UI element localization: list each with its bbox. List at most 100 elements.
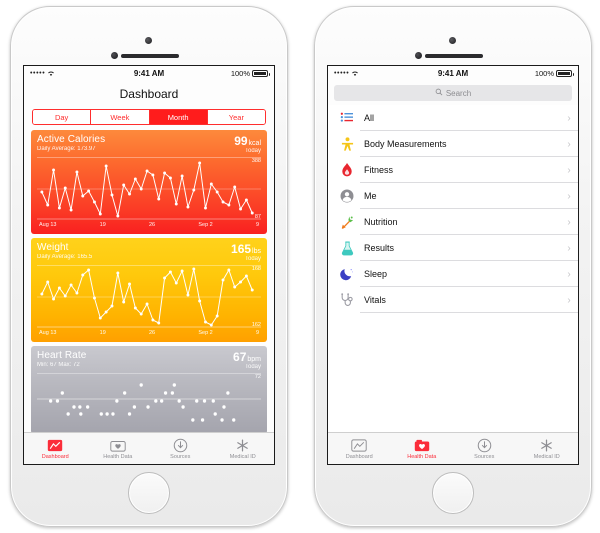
card-unit: bpm [247, 356, 261, 363]
card-heart-rate[interactable]: Heart Rate Min: 67 Max: 72 67bpm Today 7… [31, 346, 267, 434]
list-item-fitness[interactable]: Fitness › [328, 157, 578, 183]
screen-left: ••••• 9:41 AM 100% Dashboard Day Week Mo… [23, 65, 275, 465]
list-item-all[interactable]: All › [328, 105, 578, 131]
navigation-bar: Dashboard [24, 81, 274, 107]
dashboard-chart-icon [47, 437, 63, 453]
list-item-label: All [364, 113, 375, 123]
card-header: Heart Rate Min: 67 Max: 72 67bpm Today [31, 346, 267, 370]
battery-percent: 100% [534, 69, 555, 78]
chevron-right-icon: › [567, 164, 571, 176]
period-segmented-control[interactable]: Day Week Month Year [32, 109, 266, 125]
x-tick: 26 [149, 330, 156, 336]
tab-dashboard[interactable]: Dashboard [24, 433, 87, 464]
dashboard-cards: Active Calories Daily Average: 173.97 99… [24, 130, 274, 434]
moon-icon [334, 267, 360, 281]
list-item-vitals[interactable]: Vitals › [328, 287, 578, 313]
list-item-label: Body Measurements [364, 139, 447, 149]
screen-right: ••••• 9:41 AM 100% Search All › Body Mea… [327, 65, 579, 465]
earpiece-speaker [121, 54, 179, 58]
x-tick: Sep 2 [198, 222, 213, 228]
heartrate-scatter-chart: 72 [37, 374, 261, 426]
x-tick: Aug 13 [39, 330, 57, 336]
card-active-calories[interactable]: Active Calories Daily Average: 173.97 99… [31, 130, 267, 234]
tab-medical-id[interactable]: Medical ID [212, 433, 275, 464]
health-data-heart-icon [110, 437, 126, 453]
chevron-right-icon: › [567, 138, 571, 150]
list-item-results[interactable]: Results › [328, 235, 578, 261]
battery-full-icon [556, 70, 575, 77]
search-input[interactable]: Search [334, 85, 572, 101]
x-tick: Sep 2 [198, 330, 213, 336]
list-item-label: Sleep [364, 269, 388, 279]
card-timeframe: Today [244, 148, 261, 154]
battery-full-icon [252, 70, 271, 77]
card-header: Weight Daily Average: 165.5 165lbs Today [31, 238, 267, 262]
list-item-label: Nutrition [364, 217, 398, 227]
tab-health-data[interactable]: Health Data [87, 433, 150, 464]
list-item-sleep[interactable]: Sleep › [328, 261, 578, 287]
axis-min-label: 162 [251, 322, 261, 328]
card-title: Heart Rate [37, 350, 87, 361]
tab-bar: Dashboard Health Data Sources Medical ID [328, 432, 578, 464]
health-categories-list: All › Body Measurements › Fitness › Me ›… [328, 105, 578, 313]
card-weight[interactable]: Weight Daily Average: 165.5 165lbs Today… [31, 238, 267, 342]
tab-medical-id[interactable]: Medical ID [516, 433, 579, 464]
status-bar-time: 9:41 AM [133, 69, 165, 78]
wifi-icon [47, 70, 55, 77]
status-bar-left: ••••• [334, 70, 438, 77]
tab-label: Medical ID [533, 454, 560, 460]
status-bar: ••••• 9:41 AM 100% [24, 66, 274, 81]
axis-max-label: 168 [251, 266, 261, 272]
chevron-right-icon: › [567, 268, 571, 280]
axis-max-label: 72 [254, 374, 261, 380]
card-title: Active Calories [37, 134, 106, 145]
segment-week[interactable]: Week [91, 110, 150, 124]
proximity-sensor-icon [111, 52, 118, 59]
tab-label: Dashboard [345, 454, 373, 460]
list-item-me[interactable]: Me › [328, 183, 578, 209]
list-item-label: Fitness [364, 165, 394, 175]
calories-line-chart: 388 87 [37, 158, 261, 220]
tab-sources[interactable]: Sources [149, 433, 212, 464]
tab-bar: Dashboard Health Data Sources Medical ID [24, 432, 274, 464]
dashboard-chart-icon [351, 437, 367, 453]
x-tick: 19 [99, 330, 106, 336]
segment-day[interactable]: Day [33, 110, 92, 124]
weight-line-chart: 168 162 [37, 266, 261, 328]
iphone-left: ••••• 9:41 AM 100% Dashboard Day Week Mo… [10, 6, 288, 527]
weight-x-axis: Aug 13 19 26 Sep 2 9 [31, 328, 267, 336]
card-unit: kcal [248, 140, 261, 147]
chevron-right-icon: › [567, 294, 571, 306]
tab-dashboard[interactable]: Dashboard [328, 433, 391, 464]
tab-sources[interactable]: Sources [453, 433, 516, 464]
card-subtitle: Daily Average: 173.97 [37, 146, 96, 152]
search-placeholder: Search [445, 88, 472, 98]
search-bar-wrap: Search [328, 81, 578, 105]
chevron-right-icon: › [567, 190, 571, 202]
segment-month[interactable]: Month [149, 110, 208, 124]
flame-icon [334, 162, 360, 178]
card-unit: lbs [252, 248, 261, 255]
axis-max-label: 388 [251, 158, 261, 164]
page-title: Dashboard [119, 87, 179, 101]
list-lines-icon [334, 112, 360, 124]
home-button[interactable] [128, 472, 170, 514]
home-button[interactable] [432, 472, 474, 514]
earpiece-speaker [425, 54, 483, 58]
signal-dots: ••••• [30, 70, 46, 77]
sources-download-icon [173, 437, 188, 453]
card-timeframe: Today [244, 364, 261, 370]
tab-health-data[interactable]: Health Data [391, 433, 454, 464]
list-item-body-measurements[interactable]: Body Measurements › [328, 131, 578, 157]
status-bar-right: 100% [164, 69, 271, 78]
card-value: 99kcal [234, 134, 261, 148]
card-title: Weight [37, 242, 69, 253]
list-item-nutrition[interactable]: Nutrition › [328, 209, 578, 235]
status-bar-left: ••••• [30, 70, 134, 77]
segment-year[interactable]: Year [207, 110, 265, 124]
x-tick: Aug 13 [39, 222, 57, 228]
wifi-icon [351, 70, 359, 77]
list-item-label: Me [364, 191, 377, 201]
card-subtitle: Daily Average: 165.5 [37, 254, 93, 260]
tab-label: Sources [474, 454, 495, 460]
